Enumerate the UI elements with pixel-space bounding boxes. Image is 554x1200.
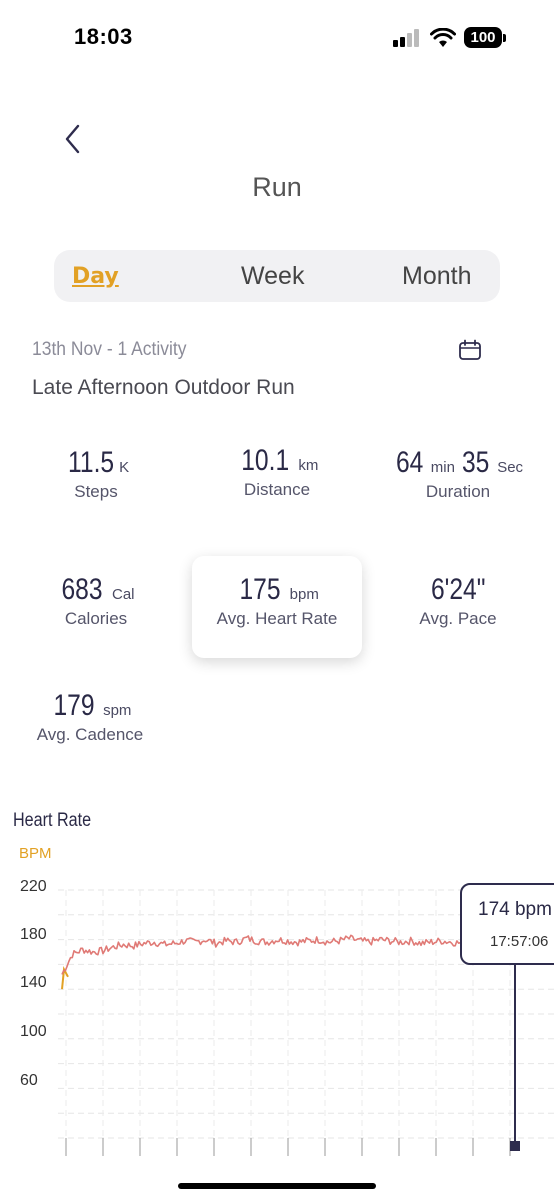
battery-indicator: 100 xyxy=(464,27,502,48)
status-time: 18:03 xyxy=(74,24,133,49)
activity-name: Late Afternoon Outdoor Run xyxy=(32,376,295,399)
tab-month[interactable]: Month xyxy=(402,262,471,291)
duration-min-unit: min xyxy=(430,459,455,476)
stat-steps: 11.5 K Steps xyxy=(6,446,186,502)
home-indicator[interactable] xyxy=(178,1183,376,1189)
period-tab-bar: Day Week Month xyxy=(54,250,500,302)
wifi-icon xyxy=(430,28,456,47)
cursor-marker xyxy=(510,1141,520,1151)
stat-pace: 6'24" Avg. Pace xyxy=(368,573,548,629)
stat-distance: 10.1 km Distance xyxy=(187,444,367,500)
heart-rate-label: Avg. Heart Rate xyxy=(216,609,338,628)
stat-duration: 64 min 35 Sec Duration xyxy=(368,446,548,502)
cadence-value: 179 xyxy=(53,689,95,722)
heart-rate-series-line xyxy=(61,934,463,975)
steps-label: Steps xyxy=(74,482,118,501)
cellular-signal-icon xyxy=(393,29,419,47)
duration-min-value: 64 xyxy=(395,446,424,479)
chart-title: Heart Rate xyxy=(13,810,92,831)
duration-sec-value: 35 xyxy=(462,446,490,479)
chart-unit-label: BPM xyxy=(19,845,52,862)
stat-cadence: 179 spm Avg. Cadence xyxy=(0,689,180,745)
battery-tip xyxy=(503,34,506,42)
cadence-label: Avg. Cadence xyxy=(36,725,144,744)
stat-heart-rate: 175 bpm Avg. Heart Rate xyxy=(187,573,367,629)
duration-label: Duration xyxy=(425,482,491,501)
distance-unit: km xyxy=(298,457,319,474)
cadence-unit: spm xyxy=(103,702,132,719)
calories-value: 683 xyxy=(61,573,104,606)
stat-calories: 683 Cal Calories xyxy=(6,573,186,629)
calories-unit: Cal xyxy=(112,586,135,603)
calendar-icon[interactable] xyxy=(458,339,482,361)
tooltip-time: 17:57:06 xyxy=(490,933,549,950)
calories-label: Calories xyxy=(64,609,128,628)
page-title: Run xyxy=(252,172,302,202)
pace-label: Avg. Pace xyxy=(419,609,497,628)
tab-week[interactable]: Week xyxy=(241,262,304,291)
activity-date-summary: 13th Nov - 1 Activity xyxy=(32,339,187,360)
duration-sec-unit: Sec xyxy=(497,459,524,476)
back-chevron-icon[interactable] xyxy=(60,122,86,156)
steps-unit: K xyxy=(119,459,130,476)
heart-rate-value: 175 xyxy=(239,573,281,606)
distance-value: 10.1 xyxy=(240,444,289,477)
distance-label: Distance xyxy=(243,480,311,499)
chart-tooltip: 174 bpm 17:57:06 xyxy=(460,883,554,965)
pace-value: 6'24" xyxy=(430,573,486,606)
heart-rate-unit: bpm xyxy=(289,586,319,603)
steps-value: 11.5 xyxy=(67,446,115,479)
tab-day[interactable]: Day xyxy=(72,264,119,289)
tooltip-value: 174 bpm xyxy=(478,899,552,920)
